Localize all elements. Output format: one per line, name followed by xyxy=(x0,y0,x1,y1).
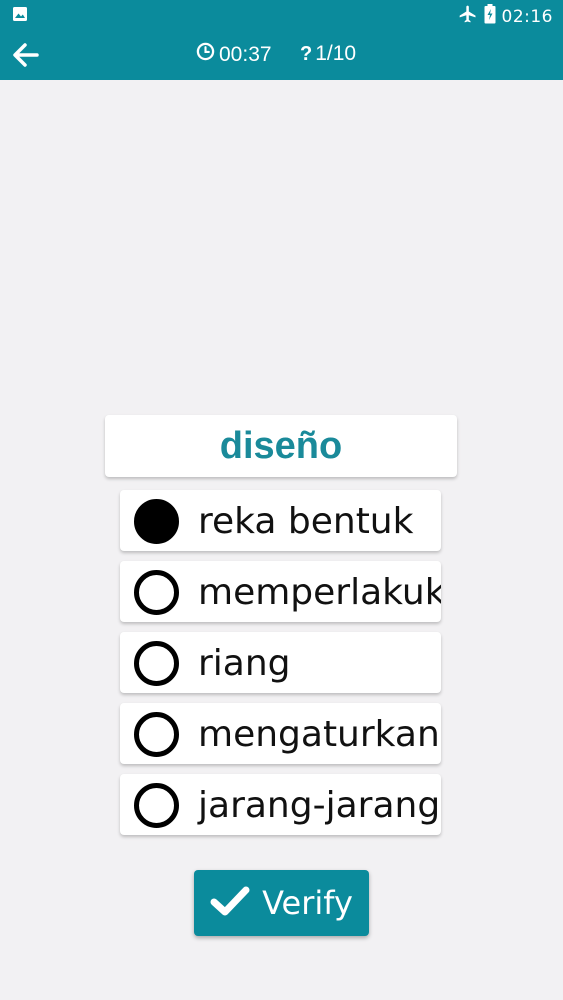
image-notification-icon xyxy=(12,6,28,27)
status-icons: 02:16 xyxy=(458,4,554,29)
answer-option[interactable]: reka bentuk xyxy=(120,490,441,551)
radio-unselected-icon[interactable] xyxy=(134,783,179,828)
question-progress: ? 1/10 xyxy=(300,42,356,66)
app-bar: 00:37 ? 1/10 xyxy=(0,30,563,80)
question-mark-icon: ? xyxy=(300,42,313,65)
answer-option[interactable]: memperlakukan xyxy=(120,561,441,622)
battery-charging-icon xyxy=(484,4,496,29)
answer-option[interactable]: jarang-jarang xyxy=(120,774,441,835)
timer-value: 00:37 xyxy=(219,42,272,66)
option-label: jarang-jarang xyxy=(198,785,441,826)
answer-option[interactable]: riang xyxy=(120,632,441,693)
verify-button[interactable]: Verify xyxy=(194,870,369,936)
option-label: mengaturkan xyxy=(198,714,440,755)
word-card: diseño xyxy=(105,415,457,477)
airplane-mode-icon xyxy=(458,4,478,29)
answer-option[interactable]: mengaturkan xyxy=(120,703,441,764)
check-icon xyxy=(210,885,250,922)
radio-selected-icon[interactable] xyxy=(134,499,179,544)
back-arrow-icon xyxy=(10,43,42,74)
question-word: diseño xyxy=(219,424,343,467)
radio-unselected-icon[interactable] xyxy=(134,641,179,686)
radio-unselected-icon[interactable] xyxy=(134,712,179,757)
status-time: 02:16 xyxy=(501,6,553,27)
option-label: reka bentuk xyxy=(198,501,414,542)
verify-label: Verify xyxy=(262,884,353,922)
clock-icon xyxy=(196,42,215,67)
timer: 00:37 xyxy=(196,42,272,67)
option-label: riang xyxy=(198,643,291,684)
radio-unselected-icon[interactable] xyxy=(134,570,179,615)
progress-value: 1/10 xyxy=(315,42,357,65)
status-bar: 02:16 xyxy=(0,0,563,30)
back-button[interactable] xyxy=(10,40,42,70)
option-label: memperlakukan xyxy=(198,572,441,613)
